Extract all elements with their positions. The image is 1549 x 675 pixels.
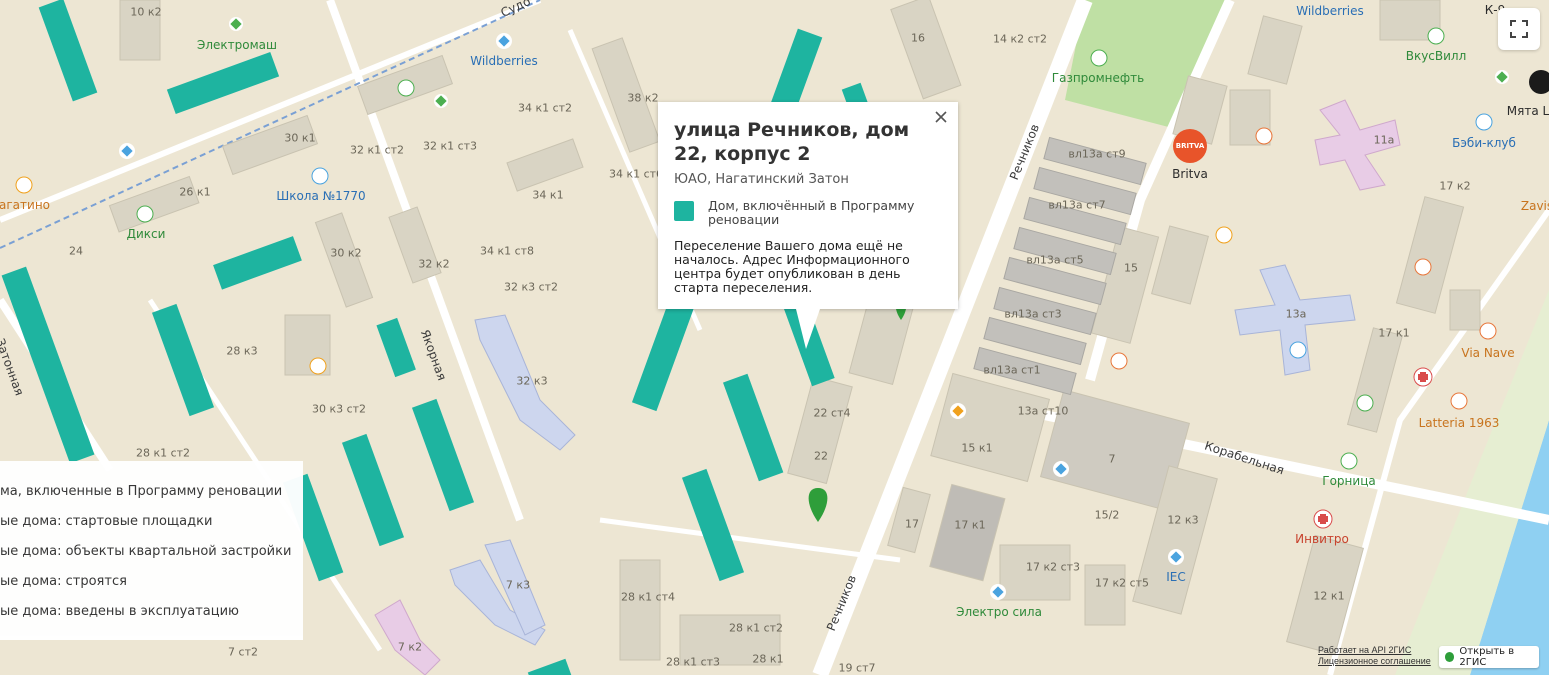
house-number: 28 к3 bbox=[226, 344, 258, 358]
close-icon[interactable] bbox=[932, 108, 950, 126]
house-number: 28 к1 ст3 bbox=[665, 655, 721, 669]
house-number: 34 к1 ст8 bbox=[479, 244, 535, 258]
house-number: 22 bbox=[814, 449, 828, 463]
legend-item[interactable]: ые дома: объекты квартальной застройки bbox=[0, 544, 291, 559]
poi-label[interactable]: Электро сила bbox=[956, 605, 1042, 619]
house-number: 32 к1 ст3 bbox=[422, 139, 478, 153]
house-number: 10 к2 bbox=[130, 5, 162, 19]
poi-label[interactable]: Горница bbox=[1322, 474, 1375, 488]
poi-label[interactable]: Zavis bbox=[1521, 199, 1549, 213]
house-number: 24 bbox=[69, 244, 83, 258]
legend-item[interactable]: ые дома: строятся bbox=[0, 574, 127, 589]
poi-label[interactable]: Школа №1770 bbox=[276, 189, 365, 203]
popup-message: Переселение Вашего дома ещё не началось.… bbox=[674, 238, 910, 295]
api-credit-link[interactable]: Работает на API 2ГИС bbox=[1318, 645, 1431, 656]
license-link[interactable]: Лицензионное соглашение bbox=[1318, 656, 1431, 667]
fullscreen-icon bbox=[1510, 20, 1528, 38]
house-number: 13а bbox=[1285, 307, 1307, 321]
house-number: 16 bbox=[911, 31, 925, 45]
britva-badge[interactable]: BRITVA bbox=[1173, 129, 1207, 163]
house-number: 34 к1 ст2 bbox=[517, 101, 573, 115]
house-number: 15 bbox=[1124, 261, 1138, 275]
credits: Работает на API 2ГИС Лицензионное соглаш… bbox=[1318, 645, 1431, 667]
house-number: 38 к2 bbox=[627, 91, 659, 105]
poi-label[interactable]: Бэби-клуб bbox=[1452, 136, 1516, 150]
house-number: 11а bbox=[1373, 133, 1395, 147]
house-number: 32 к1 ст2 bbox=[349, 143, 405, 157]
house-number: 28 к1 ст2 bbox=[728, 621, 784, 635]
house-number: 30 к1 bbox=[284, 131, 316, 145]
house-number: вл13а ст5 bbox=[1026, 253, 1084, 267]
poi-label[interactable]: Мята L bbox=[1507, 104, 1549, 118]
house-number: 30 к3 ст2 bbox=[311, 402, 367, 416]
house-number: 13а ст10 bbox=[1017, 404, 1069, 418]
poi-label[interactable]: Wildberries bbox=[1296, 4, 1364, 18]
poi-label[interactable]: IEC bbox=[1166, 570, 1186, 584]
popup-district: ЮАО, Нагатинский Затон bbox=[674, 172, 849, 187]
popup-legend-label: Дом, включённый в Программу реновации bbox=[708, 198, 915, 227]
legend-panel: ма, включенные в Программу реновации ые … bbox=[0, 461, 303, 640]
house-number: 32 к2 bbox=[418, 257, 450, 271]
house-number: 7 к2 bbox=[397, 640, 423, 654]
house-number: 32 к3 ст2 bbox=[503, 280, 559, 294]
poi-label[interactable]: ВкусВилл bbox=[1406, 49, 1467, 63]
popup-title: улица Речников, дом 22, корпус 2 bbox=[674, 119, 910, 165]
house-number: 28 к1 bbox=[752, 652, 784, 666]
house-info-popup: улица Речников, дом 22, корпус 2 ЮАО, На… bbox=[658, 102, 958, 349]
house-number: 17 к2 ст3 bbox=[1025, 560, 1081, 574]
renovation-swatch bbox=[674, 201, 694, 221]
legend-item[interactable]: ма, включенные в Программу реновации bbox=[0, 484, 282, 499]
house-number: 28 к1 ст4 bbox=[620, 590, 676, 604]
poi-label[interactable]: Инвитро bbox=[1295, 532, 1349, 546]
house-number: вл13а ст7 bbox=[1048, 198, 1106, 212]
poi-label[interactable]: Via Nave bbox=[1461, 346, 1514, 360]
house-number: 28 к1 ст2 bbox=[135, 446, 191, 460]
house-number: вл13а ст3 bbox=[1004, 307, 1062, 321]
house-number: 32 к3 bbox=[516, 374, 548, 388]
open-in-2gis-label: Открыть в 2ГИС bbox=[1459, 646, 1515, 668]
house-number: 17 к1 bbox=[1378, 326, 1410, 340]
house-number: 17 к2 ст5 bbox=[1094, 576, 1150, 590]
house-number: 7 ст2 bbox=[228, 645, 258, 659]
legend-item[interactable]: ые дома: введены в эксплуатацию bbox=[0, 604, 239, 619]
poi-label[interactable]: Нагатино bbox=[0, 198, 50, 212]
house-number: 19 ст7 bbox=[838, 661, 876, 675]
house-number: 14 к2 ст2 bbox=[992, 32, 1048, 46]
house-number: вл13а ст9 bbox=[1068, 147, 1126, 161]
poi-label[interactable]: Газпромнефть bbox=[1052, 71, 1144, 85]
poi-label[interactable]: Britva bbox=[1172, 167, 1208, 181]
house-number: 7 к3 bbox=[505, 578, 531, 592]
house-number: 22 ст4 bbox=[813, 406, 851, 420]
house-number: 34 к1 bbox=[532, 188, 564, 202]
poi-label[interactable]: Latteria 1963 bbox=[1419, 416, 1500, 430]
poi-label[interactable]: Электромаш bbox=[197, 38, 277, 52]
house-number: 17 bbox=[905, 517, 919, 531]
poi-label[interactable]: Wildberries bbox=[470, 54, 538, 68]
house-number: 30 к2 bbox=[330, 246, 362, 260]
house-number: 12 к3 bbox=[1167, 513, 1199, 527]
poi-label[interactable]: Дикси bbox=[127, 227, 166, 241]
house-number: 12 к1 bbox=[1313, 589, 1345, 603]
legend-item[interactable]: ые дома: стартовые площадки bbox=[0, 514, 212, 529]
house-number: вл13а ст1 bbox=[983, 363, 1041, 377]
house-number: 17 к1 bbox=[954, 518, 986, 532]
house-number: 15 к1 bbox=[961, 441, 993, 455]
house-number: 34 к1 ст6 bbox=[608, 167, 664, 181]
house-number: 17 к2 bbox=[1439, 179, 1471, 193]
house-number: 26 к1 bbox=[179, 185, 211, 199]
house-number: 7 bbox=[1108, 452, 1116, 466]
fullscreen-button[interactable] bbox=[1498, 8, 1540, 50]
house-number: 15/2 bbox=[1094, 508, 1120, 522]
open-in-2gis-button[interactable]: Открыть в 2ГИС bbox=[1439, 646, 1539, 668]
2gis-logo-icon bbox=[1445, 652, 1455, 662]
